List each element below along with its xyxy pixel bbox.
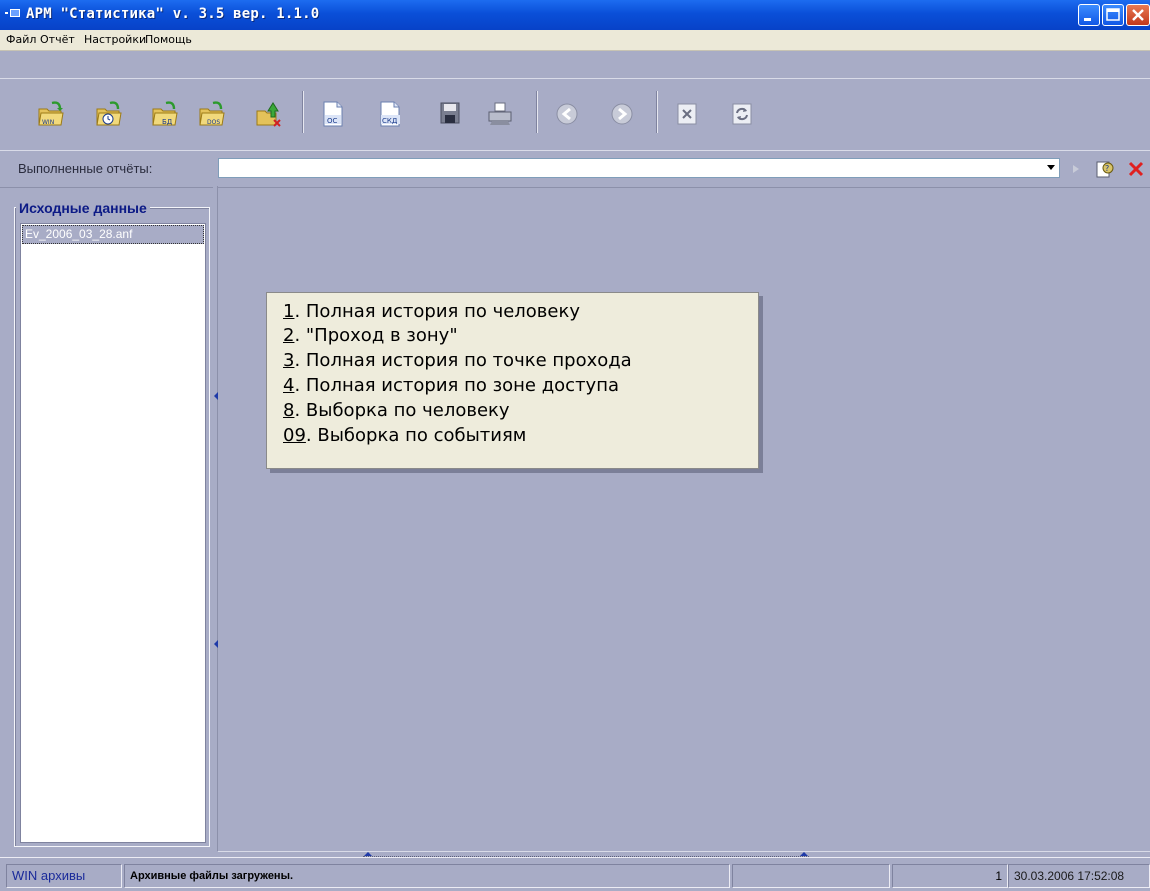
print-icon xyxy=(488,102,512,125)
splitter-up-arrow-icon[interactable] xyxy=(364,852,372,856)
menu-item-full-history-zone[interactable]: 4. Полная история по зоне доступа xyxy=(283,375,619,396)
go-icon[interactable] xyxy=(1070,163,1082,175)
reports-label: Выполненные отчёты: xyxy=(18,161,153,176)
status-count: 1 xyxy=(892,864,1008,888)
folder-clock-icon xyxy=(96,101,122,126)
maximize-icon xyxy=(1106,8,1120,21)
source-data-title: Исходные данные xyxy=(16,200,150,216)
menu-bar: Файл Отчёт Настройки Помощь xyxy=(0,30,1150,51)
refresh-report-button[interactable] xyxy=(727,99,757,129)
maximize-button[interactable] xyxy=(1102,4,1124,26)
folder-dos-icon: DOS xyxy=(199,101,225,126)
folder-win-icon: WIN xyxy=(38,101,64,126)
close-archive-button[interactable] xyxy=(254,99,284,129)
window-title: АРМ "Статистика" v. 3.5 вер. 1.1.0 xyxy=(26,6,320,22)
close-button[interactable] xyxy=(1126,4,1150,26)
forward-button[interactable] xyxy=(607,99,637,129)
splitter-up-arrow-icon[interactable] xyxy=(800,852,808,856)
splitter-arrow-icon[interactable] xyxy=(214,640,218,648)
reports-combobox[interactable] xyxy=(218,158,1060,178)
app-icon xyxy=(5,9,20,17)
forward-icon xyxy=(611,103,633,125)
status-message: Архивные файлы загружены. xyxy=(124,864,730,888)
save-icon xyxy=(440,102,460,124)
toolbar-separator xyxy=(536,91,538,133)
minimize-icon xyxy=(1084,18,1091,21)
splitter-arrow-icon[interactable] xyxy=(214,392,218,400)
report-properties-icon[interactable]: ? xyxy=(1094,158,1116,180)
source-file-list[interactable]: Ev_2006_03_28.anf xyxy=(20,223,206,843)
folder-dos-label: DOS xyxy=(207,119,220,126)
status-mode: WIN архивы xyxy=(6,864,122,888)
open-db-archive-button[interactable]: БД xyxy=(150,99,180,129)
report-oc-button[interactable]: ОС xyxy=(318,99,348,129)
open-win-archive-button[interactable]: WIN xyxy=(36,99,66,129)
toolbar: WIN БД DOS ОС СКД xyxy=(0,78,1150,147)
refresh-doc-icon xyxy=(732,103,752,125)
menu-settings[interactable]: Настройки xyxy=(84,33,146,46)
menu-report[interactable]: Отчёт xyxy=(40,33,75,46)
delete-doc-icon xyxy=(677,103,697,125)
doc-oc-label: ОС xyxy=(327,117,338,125)
open-dos-archive-button[interactable]: DOS xyxy=(197,99,227,129)
menu-item-full-history-person[interactable]: 1. Полная история по человеку xyxy=(283,301,580,322)
menu-file[interactable]: Файл xyxy=(6,33,36,46)
menu-help[interactable]: Помощь xyxy=(145,33,192,46)
folder-win-label: WIN xyxy=(42,119,54,126)
title-bar[interactable]: АРМ "Статистика" v. 3.5 вер. 1.1.0 xyxy=(0,0,1150,30)
menu-item-full-history-point[interactable]: 3. Полная история по точке прохода xyxy=(283,350,632,371)
status-datetime: 30.03.2006 17:52:08 xyxy=(1008,864,1150,888)
print-button[interactable] xyxy=(485,99,515,129)
open-period-archive-button[interactable] xyxy=(94,99,124,129)
delete-report-button[interactable] xyxy=(672,99,702,129)
svg-text:?: ? xyxy=(1105,164,1109,173)
report-popup-menu: 1. Полная история по человеку 2. "Проход… xyxy=(266,292,759,469)
reports-bar: Выполненные отчёты: ? xyxy=(0,150,1150,188)
save-button[interactable] xyxy=(435,99,465,129)
status-bar: WIN архивы Архивные файлы загружены. 1 3… xyxy=(0,857,1150,891)
list-item[interactable]: Ev_2006_03_28.anf xyxy=(22,225,204,244)
remove-report-icon[interactable] xyxy=(1126,159,1146,179)
folder-bd-label: БД xyxy=(162,118,173,126)
back-button[interactable] xyxy=(552,99,582,129)
toolbar-separator xyxy=(656,91,658,133)
folder-up-delete-icon xyxy=(256,102,281,127)
back-icon xyxy=(556,103,578,125)
folder-bd-icon: БД xyxy=(152,101,178,126)
doc-oc-icon: ОС xyxy=(323,101,343,127)
vertical-splitter[interactable] xyxy=(213,186,218,851)
close-icon xyxy=(1132,9,1144,21)
source-data-panel: Исходные данные Ev_2006_03_28.anf xyxy=(12,190,212,847)
doc-ska-icon: СКД xyxy=(380,101,400,127)
menu-item-selection-events[interactable]: 09. Выборка по событиям xyxy=(283,425,526,446)
doc-ska-label: СКД xyxy=(382,117,398,125)
minimize-button[interactable] xyxy=(1078,4,1100,26)
menu-item-selection-person[interactable]: 8. Выборка по человеку xyxy=(283,400,510,421)
toolbar-separator xyxy=(302,91,304,133)
report-ska-button[interactable]: СКД xyxy=(375,99,405,129)
menu-item-zone-pass[interactable]: 2. "Проход в зону" xyxy=(283,325,458,346)
status-panel-empty xyxy=(732,864,890,888)
chevron-down-icon[interactable] xyxy=(1047,165,1055,170)
